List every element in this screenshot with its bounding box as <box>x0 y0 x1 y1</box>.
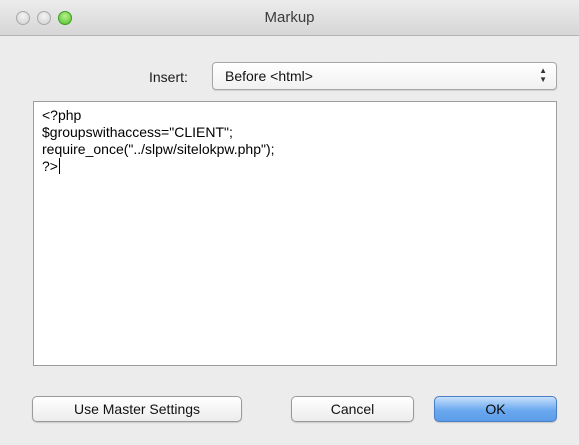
code-line-1: <?php <box>42 107 82 123</box>
cancel-button[interactable]: Cancel <box>291 396 414 422</box>
window-title: Markup <box>264 9 315 26</box>
use-master-settings-button[interactable]: Use Master Settings <box>32 396 242 422</box>
code-line-3: require_once("../slpw/sitelokpw.php"); <box>42 141 275 157</box>
code-line-2: $groupswithaccess="CLIENT"; <box>42 124 233 140</box>
code-line-4-text: ?> <box>42 158 58 174</box>
insert-label: Insert: <box>149 69 188 85</box>
markup-code-editor[interactable]: <?php $groupswithaccess="CLIENT"; requir… <box>33 101 557 366</box>
insert-position-select[interactable]: Before <html> ▲ ▼ <box>212 62 557 90</box>
code-line-4: ?> <box>42 158 548 175</box>
text-caret <box>58 158 60 174</box>
insert-position-value: Before <html> <box>225 68 313 84</box>
ok-button[interactable]: OK <box>434 396 557 422</box>
markup-dialog: Markup Insert: Before <html> ▲ ▼ <?php $g… <box>0 0 579 445</box>
title-bar: Markup <box>0 0 579 36</box>
updown-arrows-icon: ▲ ▼ <box>539 66 547 84</box>
